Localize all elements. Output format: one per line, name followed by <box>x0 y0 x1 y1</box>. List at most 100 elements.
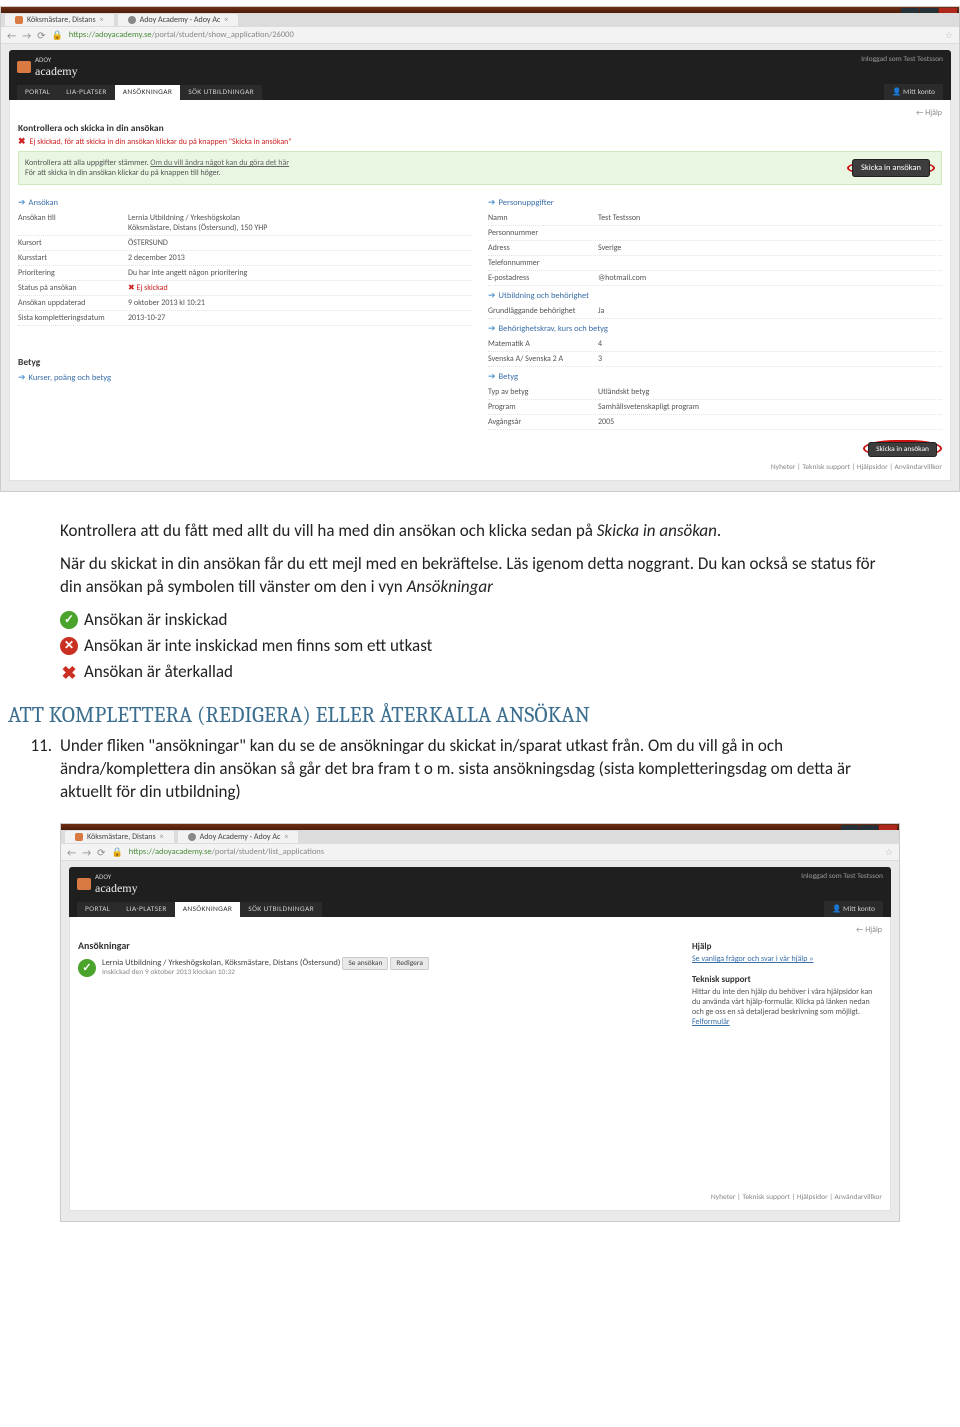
status-alert: ✖ Ej skickad, för att skicka in din ansö… <box>18 136 942 147</box>
label: Telefonnummer <box>488 258 598 268</box>
application-name[interactable]: Lernia Utbildning / Yrkeshögskolan, Köks… <box>102 958 340 968</box>
browser-tab[interactable]: Köksmästare, Distans × <box>5 14 114 26</box>
section-betyg[interactable]: ➔Betyg <box>488 371 942 382</box>
help-link[interactable]: ← Hjälp <box>18 108 942 118</box>
tab-close-icon[interactable]: × <box>100 15 104 25</box>
x-circle-icon: ✕ <box>60 637 78 655</box>
arrow-right-icon: ➔ <box>18 372 26 383</box>
bookmark-star-icon[interactable]: ☆ <box>945 30 953 41</box>
submit-button-bottom[interactable]: Skicka in ansökan <box>868 442 937 457</box>
help-faq-link[interactable]: Se vanliga frågor och svar i vår hjälp » <box>692 954 813 964</box>
label: Adress <box>488 243 598 253</box>
browser-tab-active[interactable]: Adoy Academy - Adoy Ac× <box>178 831 299 843</box>
window-minimize[interactable] <box>841 825 859 830</box>
edit-button[interactable]: Redigera <box>390 957 429 970</box>
nav-ansokningar[interactable]: ANSÖKNINGAR <box>175 902 241 917</box>
info-box-text: Kontrollera att alla uppgifter stämmer. … <box>25 158 289 178</box>
window-maximize[interactable] <box>920 8 938 13</box>
footer-links[interactable]: Nyheter | Teknisk support | Hjälpsidor |… <box>18 463 942 472</box>
browser-addressbar: ← → ⟳ 🔒 https://adoyacademy.se/portal/st… <box>1 27 959 44</box>
help-link[interactable]: ← Hjälp <box>78 925 882 935</box>
value: 2 december 2013 <box>128 253 185 263</box>
site-header: Inloggad som Test Testsson ADOY academy … <box>69 867 891 917</box>
support-form-link[interactable]: Felformulär <box>692 1017 730 1027</box>
main-nav: PORTAL LIA-PLATSER ANSÖKNINGAR SÖK UTBIL… <box>17 84 943 100</box>
account-button[interactable]: 👤 Mitt konto <box>884 84 943 100</box>
window-minimize[interactable] <box>901 8 919 13</box>
view-button[interactable]: Se ansökan <box>342 957 388 970</box>
browser-tab-active[interactable]: Adoy Academy - Adoy Ac× <box>118 14 239 26</box>
sidebar-text: Hittar du inte den hjälp du behöver i vå… <box>692 987 882 1017</box>
behorighet-link[interactable]: ➔Behörighetskrav, kurs och betyg <box>488 323 942 334</box>
paragraph: Kontrollera att du fått med allt du vill… <box>60 520 900 543</box>
brand-top: ADOY <box>95 872 138 881</box>
browser-tabstrip: Köksmästare, Distans × Adoy Academy - Ado… <box>61 830 899 844</box>
tab-title: Köksmästare, Distans <box>27 15 96 25</box>
value: ÖSTERSUND <box>128 238 168 248</box>
label: Ansökan uppdaterad <box>18 298 128 308</box>
alert-text: Ej skickad, för att skicka in din ansöka… <box>30 137 292 147</box>
nav-sok-utbildningar[interactable]: SÖK UTBILDNINGAR <box>240 902 322 917</box>
nav-forward-icon[interactable]: → <box>22 29 31 42</box>
label: Sista kompletteringsdatum <box>18 313 128 323</box>
tab-close-icon[interactable]: × <box>160 832 164 842</box>
value: 2013-10-27 <box>128 313 165 323</box>
betyg-link[interactable]: ➔Kurser, poäng och betyg <box>18 372 472 383</box>
lock-icon: 🔒 <box>52 30 63 41</box>
window-maximize[interactable] <box>860 825 878 830</box>
brand[interactable]: ADOY academy <box>17 55 861 79</box>
sidebar-heading: Hjälp <box>692 941 882 952</box>
nav-lia[interactable]: LIA-PLATSER <box>118 902 175 917</box>
window-close[interactable] <box>939 8 957 13</box>
tab-title: Köksmästare, Distans <box>87 832 156 842</box>
label: E-postadress <box>488 273 598 283</box>
main-nav: PORTAL LIA-PLATSER ANSÖKNINGAR SÖK UTBIL… <box>77 901 883 917</box>
url-text[interactable]: https://adoyacademy.se/portal/student/sh… <box>69 30 294 40</box>
nav-reload-icon[interactable]: ⟳ <box>97 846 105 859</box>
tab-close-icon[interactable]: × <box>284 832 288 842</box>
nav-sok-utbildningar[interactable]: SÖK UTBILDNINGAR <box>180 85 262 100</box>
label: Namn <box>488 213 598 223</box>
window-close[interactable] <box>879 825 897 830</box>
footer-links[interactable]: Nyheter | Teknisk support | Hjälpsidor |… <box>78 1193 882 1202</box>
lock-icon: 🔒 <box>112 847 123 858</box>
bookmark-star-icon[interactable]: ☆ <box>885 847 893 858</box>
submit-button[interactable]: Skicka in ansökan <box>852 159 930 177</box>
main-area: Ansökningar ✓ Lernia Utbildning / Yrkesh… <box>78 939 678 1027</box>
nav-ansokningar[interactable]: ANSÖKNINGAR <box>115 85 181 100</box>
arrow-right-icon: ➔ <box>488 290 496 301</box>
section-personuppgifter[interactable]: ➔Personuppgifter <box>488 197 942 208</box>
url-text[interactable]: https://adoyacademy.se/portal/student/li… <box>129 847 324 857</box>
label: Kursort <box>18 238 128 248</box>
left-column: ➔Ansökan Ansökan tillLernia Utbildning /… <box>18 193 472 430</box>
screenshot-application-review: Köksmästare, Distans × Adoy Academy - Ado… <box>0 6 960 492</box>
account-button[interactable]: 👤 Mitt konto <box>824 901 883 917</box>
label: Avgångsår <box>488 417 598 427</box>
brand[interactable]: ADOY academy <box>77 872 801 896</box>
section-heading: Betyg <box>18 356 472 368</box>
value-status: ✖ Ej skickad <box>128 283 168 293</box>
nav-back-icon[interactable]: ← <box>7 29 16 42</box>
nav-portal[interactable]: PORTAL <box>17 85 58 100</box>
status-not-sent: ✕Ansökan är inte inskickad men finns som… <box>60 635 900 658</box>
label: Status på ansökan <box>18 283 128 293</box>
nav-reload-icon[interactable]: ⟳ <box>37 29 45 42</box>
browser-tab[interactable]: Köksmästare, Distans × <box>65 831 174 843</box>
favicon-icon <box>188 833 196 841</box>
edit-link[interactable]: Om du vill ändra något kan du göra det h… <box>150 158 289 168</box>
list-text: Under fliken "ansökningar" kan du se de … <box>60 735 900 804</box>
nav-lia[interactable]: LIA-PLATSER <box>58 85 115 100</box>
section-ansokan[interactable]: ➔Ansökan <box>18 197 472 208</box>
section-utbildning[interactable]: ➔Utbildning och behörighet <box>488 290 942 301</box>
brand-top: ADOY <box>35 55 78 64</box>
tab-close-icon[interactable]: × <box>224 15 228 25</box>
application-row: ✓ Lernia Utbildning / Yrkeshögskolan, Kö… <box>78 958 678 977</box>
value: Test Testsson <box>598 213 640 223</box>
nav-forward-icon[interactable]: → <box>82 846 91 859</box>
nav-portal[interactable]: PORTAL <box>77 902 118 917</box>
nav-back-icon[interactable]: ← <box>67 846 76 859</box>
label: Svenska A/ Svenska 2 A <box>488 354 598 364</box>
logged-in-user: Inloggad som Test Testsson <box>861 55 943 64</box>
arrow-right-icon: ➔ <box>488 197 496 208</box>
value: Du har inte angett någon prioritering <box>128 268 247 278</box>
